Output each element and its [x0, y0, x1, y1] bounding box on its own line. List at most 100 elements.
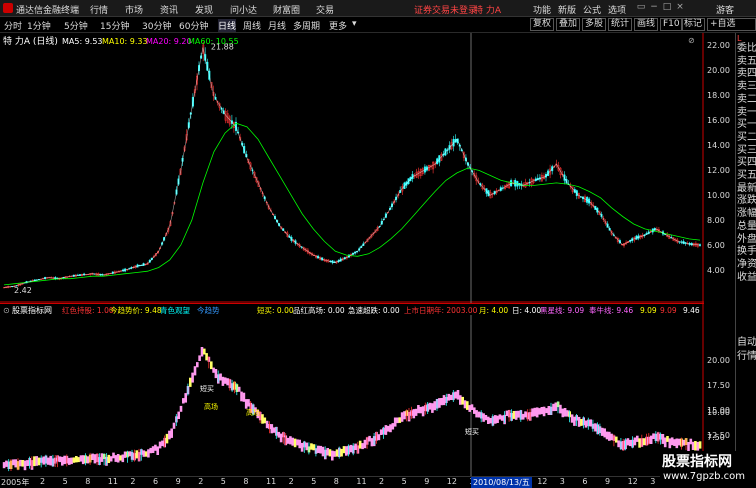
- mark-button[interactable]: 标记: [681, 18, 706, 31]
- quote-field-label: 委比: [737, 43, 756, 54]
- indicator-bar: [377, 434, 381, 441]
- indicator-bar: [237, 386, 241, 392]
- draw-line-button[interactable]: 画线: [634, 18, 659, 31]
- indicator-bar: [184, 393, 187, 403]
- indicator-bar: [123, 451, 127, 458]
- menu-wenxiaoda[interactable]: 问小达: [230, 3, 257, 16]
- indicator-bar: [649, 435, 653, 444]
- period-monthly[interactable]: 月线: [268, 19, 286, 32]
- login-notice[interactable]: 证券交易未登录: [414, 3, 477, 16]
- auto-quote-toggle[interactable]: 行情: [737, 351, 756, 363]
- period-15min[interactable]: 15分钟: [100, 19, 129, 32]
- chart-settings-icon[interactable]: ⊘: [688, 36, 695, 45]
- menu-news[interactable]: 资讯: [160, 3, 178, 16]
- indicator-bar: [2, 462, 6, 469]
- period-multi[interactable]: 多周期: [293, 19, 320, 32]
- menu-formula[interactable]: 公式: [583, 3, 601, 16]
- add-favorite-button[interactable]: +自选: [707, 18, 756, 31]
- date-axis: 2005年25811269258112581125912369123691237…: [0, 476, 704, 488]
- indicator-bar: [389, 424, 392, 433]
- indicator-bar: [226, 378, 229, 386]
- minimize-icon[interactable]: −: [648, 2, 660, 14]
- indicator-bar: [447, 393, 450, 401]
- menu-market[interactable]: 市场: [125, 3, 143, 16]
- indicator-bar: [363, 439, 367, 449]
- indicator-bar: [379, 429, 383, 435]
- indicator-bar: [521, 413, 525, 420]
- menu-new-version[interactable]: 新版: [558, 3, 576, 16]
- restore-icon[interactable]: ▭: [635, 2, 647, 14]
- f10-button[interactable]: F10: [660, 18, 683, 31]
- indicator-legend-item: 日: 4.00: [512, 306, 541, 315]
- crosshair-date-label: 2010/08/13/五: [471, 477, 532, 488]
- indicator-chart-svg[interactable]: ⊙ 股票指标网 红色持股: 1.00今趋势价: 9.48青色观望 今趋势 短买: 0.0…: [0, 303, 704, 476]
- indicator-bar: [696, 441, 700, 451]
- period-5min[interactable]: 5分钟: [64, 19, 88, 32]
- indicator-bar: [77, 457, 80, 463]
- date-axis-tick: 11: [266, 477, 277, 486]
- indicator-bar: [691, 441, 695, 450]
- main-chart-svg[interactable]: 特 力A (日线) MA5: 9.53 MA10: 9.33 MA20: 9.2…: [0, 33, 704, 303]
- period-1min[interactable]: 1分钟: [27, 19, 51, 32]
- indicator-bar: [417, 405, 420, 414]
- indicator-bar: [81, 455, 85, 465]
- indicator-bar: [396, 417, 399, 424]
- auto-quote-toggle[interactable]: 自动: [737, 337, 756, 349]
- indicator-bar: [500, 415, 504, 421]
- period-toolbar: 分时 1分钟 5分钟 15分钟 30分钟 60分钟 日线 周线 月线 多周期 更…: [0, 17, 756, 33]
- period-minute[interactable]: 分时: [4, 19, 22, 32]
- restore-rights-button[interactable]: 复权: [530, 18, 555, 31]
- quote-field-label: 卖一: [737, 106, 756, 118]
- date-axis-tick: 3: [559, 477, 565, 486]
- indicator-bar: [689, 438, 693, 445]
- indicator-bar: [391, 423, 395, 430]
- indicator-menu-icon[interactable]: ⊙: [3, 306, 10, 315]
- indicator-bar: [21, 460, 24, 467]
- overlay-button[interactable]: 叠加: [556, 18, 581, 31]
- indicator-bar: [317, 445, 320, 453]
- menu-discover[interactable]: 发现: [195, 3, 213, 16]
- period-30min[interactable]: 30分钟: [142, 19, 171, 32]
- indicator-bar: [72, 457, 76, 463]
- indicator-bar: [349, 444, 353, 453]
- indicator-bar: [119, 455, 122, 461]
- menu-options[interactable]: 选项: [608, 3, 626, 16]
- menu-function[interactable]: 功能: [533, 3, 551, 16]
- indicator-bar: [629, 439, 632, 447]
- menu-trade[interactable]: 交易: [316, 3, 334, 16]
- indicator-bar: [265, 420, 269, 429]
- indicator-bar: [198, 355, 201, 361]
- more-dropdown-icon[interactable]: ▾: [352, 19, 357, 29]
- maximize-icon[interactable]: □: [661, 2, 673, 14]
- period-60min[interactable]: 60分钟: [179, 19, 208, 32]
- indicator-bar: [128, 451, 132, 457]
- indicator-bar: [459, 395, 462, 405]
- multi-stock-button[interactable]: 多股: [582, 18, 607, 31]
- date-axis-tick: 11: [107, 477, 118, 486]
- indicator-name: 股票指标网: [12, 305, 52, 315]
- period-daily[interactable]: 日线: [218, 19, 237, 32]
- indicator-bar: [112, 452, 115, 459]
- indicator-bar: [663, 437, 667, 448]
- indicator-bar: [35, 456, 38, 466]
- close-icon[interactable]: ×: [674, 2, 686, 14]
- guest-label[interactable]: 游客: [716, 3, 734, 16]
- indicator-bar: [484, 415, 488, 421]
- indicator-bar: [547, 406, 551, 415]
- indicator-bar: [605, 431, 609, 440]
- quote-field-label: 涨幅: [737, 208, 756, 220]
- indicator-bar: [677, 438, 681, 446]
- indicator-legend-item: 9.09: [660, 306, 677, 315]
- menu-wealth-circle[interactable]: 财富圈: [273, 3, 300, 16]
- indicator-chart[interactable]: ⊙ 股票指标网 红色持股: 1.00 今趋势价: 9.48 青色观望 今趋势 短买: 0.0…: [0, 303, 704, 476]
- indicator-bar: [203, 348, 206, 355]
- indicator-bar: [156, 446, 159, 455]
- period-weekly[interactable]: 周线: [243, 19, 261, 32]
- menu-quotes[interactable]: 行情: [90, 3, 108, 16]
- indicator-bar: [296, 439, 299, 446]
- main-chart[interactable]: 特 力A (日线) MA5: 9.53 MA10: 9.33 MA20: 9.2…: [0, 33, 704, 303]
- statistics-button[interactable]: 统计: [608, 18, 633, 31]
- period-more[interactable]: 更多: [329, 19, 347, 32]
- indicator-bar: [698, 441, 702, 449]
- indicator-bar: [512, 411, 516, 419]
